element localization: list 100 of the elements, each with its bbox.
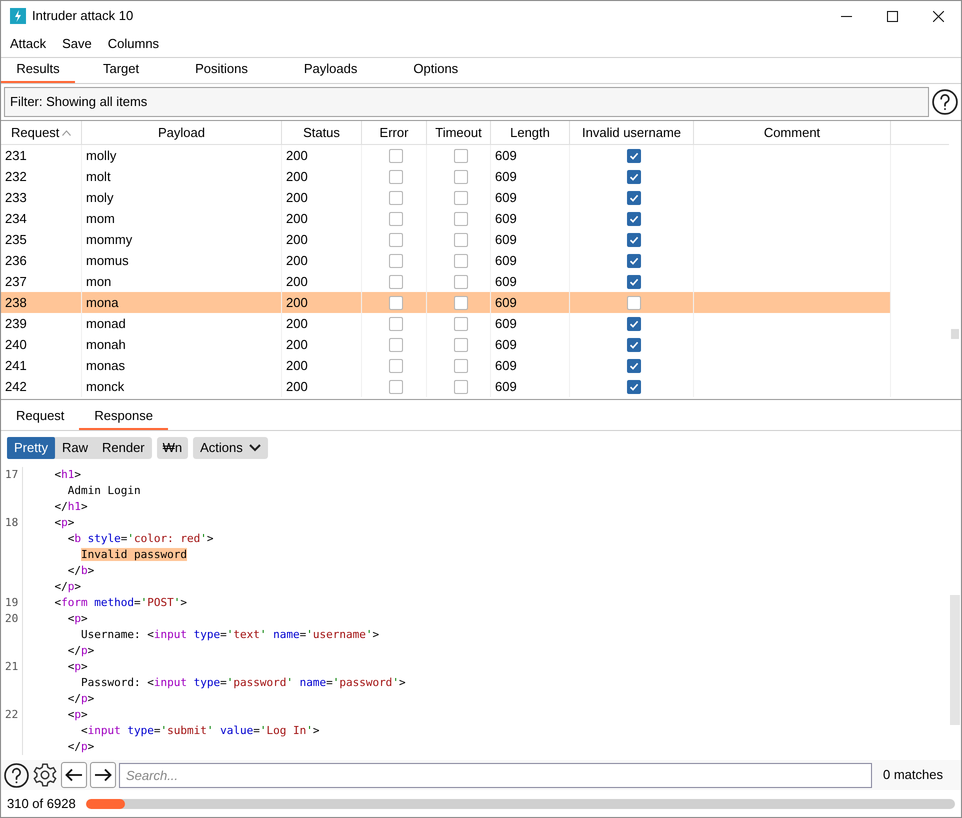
tab[interactable]: Results [1, 57, 75, 83]
chevron-down-icon [248, 444, 261, 452]
table-row[interactable]: 238 mona 200 609 [1, 292, 891, 313]
code-line: <p> [66, 611, 88, 627]
table-cell-text: 239 [5, 314, 27, 333]
actions-dropdown[interactable]: Actions [193, 437, 268, 459]
table-cell-text: 241 [5, 356, 27, 375]
code-line: </b> [66, 563, 94, 579]
tab[interactable]: Target [75, 57, 168, 83]
menu-item[interactable]: Save [62, 34, 92, 54]
table-cell-text: molly [86, 146, 116, 165]
table-cell-text: monah [86, 336, 126, 354]
forward-button[interactable] [90, 762, 116, 788]
column-header[interactable]: Invalid username [570, 121, 694, 144]
newline-toggle-button[interactable]: ₩n [156, 437, 188, 459]
table-cell-text: 236 [5, 252, 27, 270]
close-icon [932, 10, 944, 22]
tab[interactable]: Response [79, 404, 168, 430]
line-number: 22 [5, 708, 18, 721]
table-cell-text: 609 [495, 188, 517, 207]
code-line: </p> [66, 691, 94, 707]
column-header[interactable]: Timeout [427, 121, 491, 144]
progress-text: 310 of 6928 [7, 794, 76, 813]
table-cell-text: 200 [286, 252, 308, 270]
table-cell-text: mommy [86, 230, 132, 249]
table-cell-text: 200 [286, 294, 308, 312]
table-cell-text: 200 [286, 356, 308, 375]
table-cell-text: 200 [286, 168, 308, 186]
menu-item[interactable]: Columns [108, 34, 160, 54]
tab[interactable]: Positions [167, 57, 276, 83]
back-button[interactable] [61, 762, 87, 788]
code-line: <h1> [53, 467, 81, 483]
line-number: 19 [5, 596, 18, 609]
table-cell-text: 240 [5, 336, 27, 354]
table-cell-text: 609 [495, 378, 517, 396]
code-line: <p> [66, 659, 88, 675]
scrollbar-thumb[interactable] [951, 329, 959, 339]
table-cell-text: 238 [5, 294, 27, 312]
menu-item[interactable]: Attack [10, 34, 46, 54]
view-mode-button[interactable]: Render [94, 437, 152, 459]
help-icon[interactable] [4, 762, 29, 788]
table-cell-text: 237 [5, 272, 27, 291]
tab[interactable]: Request [1, 404, 80, 430]
scrollbar-thumb[interactable] [950, 595, 960, 725]
table-cell-text: 609 [495, 314, 517, 333]
table-cell-text: 233 [5, 188, 27, 207]
column-header[interactable]: Error [362, 121, 427, 144]
table-cell-text: 200 [286, 188, 308, 207]
table-cell-text: 609 [495, 210, 517, 228]
code-line: </p> [66, 739, 94, 755]
arrow-right-icon [94, 768, 112, 782]
app-icon [10, 8, 26, 24]
filter-bar[interactable]: Filter: Showing all items [4, 87, 929, 117]
view-mode-button[interactable]: Pretty [7, 437, 55, 459]
code-line: <form method='POST'> [53, 595, 187, 611]
view-mode-button[interactable]: Raw [54, 437, 95, 459]
arrow-left-icon [65, 768, 83, 782]
table-cell-text: monck [86, 378, 124, 396]
column-header[interactable]: Length [491, 121, 570, 144]
line-number: 18 [5, 516, 18, 529]
table-cell-text: 234 [5, 210, 27, 228]
table-cell-text: monad [86, 314, 126, 333]
code-line: <input type='submit' value='Log In'> [80, 723, 320, 739]
window-title: Intruder attack 10 [32, 7, 134, 26]
table-cell-text: 235 [5, 230, 27, 249]
code-line: </p> [53, 579, 81, 595]
table-cell-text: 609 [495, 356, 517, 375]
table-cell-text: 232 [5, 168, 27, 186]
tab[interactable]: Payloads [276, 57, 386, 83]
tab[interactable]: Options [385, 57, 486, 83]
table-cell-text: mom [86, 210, 115, 228]
table-cell-text: 200 [286, 314, 308, 333]
table-cell-text: molt [86, 168, 111, 186]
help-icon[interactable] [932, 89, 958, 115]
code-line: <b style='color: red'> [66, 531, 214, 547]
table-cell-text: 200 [286, 230, 308, 249]
table-cell-text: 200 [286, 378, 308, 396]
line-number: 20 [5, 612, 18, 625]
table-cell-text: mona [86, 294, 119, 312]
code-line: Password: <input type='password' name='password'> [80, 675, 406, 691]
column-header[interactable]: Status [282, 121, 362, 144]
code-line: </h1> [53, 499, 88, 515]
line-number: 17 [5, 468, 18, 481]
table-cell-text: 609 [495, 252, 517, 270]
settings-icon[interactable] [32, 762, 58, 788]
table-cell-text: 231 [5, 146, 27, 165]
column-header[interactable]: Comment [694, 121, 891, 144]
table-cell-text: monas [86, 356, 126, 375]
table-cell-text: 609 [495, 336, 517, 354]
column-header[interactable]: Request [1, 121, 82, 144]
search-field[interactable]: Search... [119, 762, 872, 788]
table-cell-text: 200 [286, 210, 308, 228]
code-line: Admin Login [66, 483, 141, 499]
table-cell-text: 609 [495, 272, 517, 291]
code-line: <p> [53, 515, 74, 531]
column-header[interactable]: Payload [82, 121, 282, 144]
table-cell-text: 609 [495, 168, 517, 186]
table-cell-text: 609 [495, 230, 517, 249]
table-cell-text: 242 [5, 378, 27, 396]
code-line: Username: <input type='text' name='username'> [80, 627, 380, 643]
